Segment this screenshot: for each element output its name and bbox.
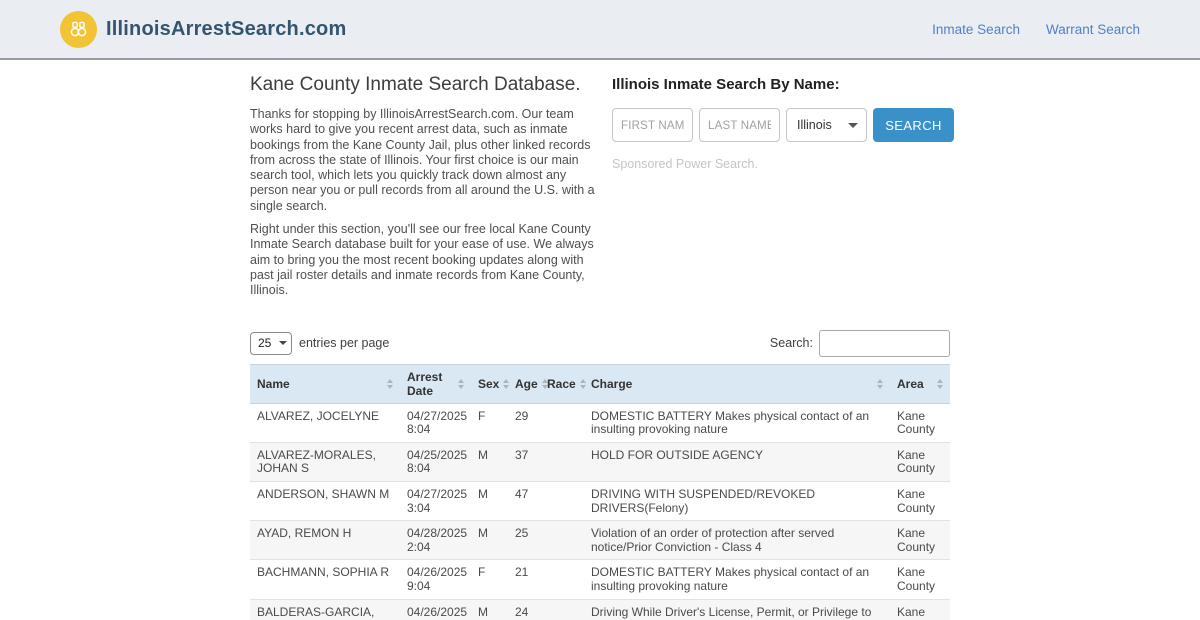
table-row: ALVAREZ, JOCELYNE 04/27/2025 8:04 F 29 D… [250,403,950,443]
main-nav: Inmate Search Warrant Search [932,22,1140,37]
cell-race [540,599,584,620]
cell-name: AYAD, REMON H [250,520,400,561]
cell-arrest-date: 04/28/2025 2:04 [400,520,471,561]
column-header-arrest-date[interactable]: Arrest Date [400,363,471,404]
cell-name: BALDERAS-GARCIA, JESUS [250,599,400,620]
cell-name: BACHMANN, SOPHIA R [250,559,400,600]
page-content: Kane County Inmate Search Database. Than… [250,60,954,620]
cell-arrest-date: 04/27/2025 8:04 [400,403,471,443]
column-header-charge[interactable]: Charge [584,363,890,404]
table-row: ALVAREZ-MORALES, JOHAN S 04/25/2025 8:04… [250,442,950,482]
table-controls: 25 entries per page Search: [250,329,950,357]
intro-paragraph-1: Thanks for stopping by IllinoisArrestSea… [250,107,595,213]
cell-charge: DOMESTIC BATTERY Makes physical contact … [584,559,890,600]
cell-age: 29 [508,403,540,443]
cell-area: Kane County [890,403,950,443]
cell-sex: F [471,559,508,600]
cell-sex: F [471,403,508,443]
cell-arrest-date: 04/27/2025 3:04 [400,481,471,522]
state-select-wrap: Illinois [786,108,867,142]
table-row: BACHMANN, SOPHIA R 04/26/2025 9:04 F 21 … [250,559,950,600]
cell-name: ALVAREZ-MORALES, JOHAN S [250,442,400,482]
sort-arrows-icon [937,378,943,389]
last-name-input[interactable] [699,108,780,142]
table-search-input[interactable] [819,329,950,357]
sort-arrows-icon [458,378,464,389]
table-row: AYAD, REMON H 04/28/2025 2:04 M 25 Viola… [250,520,950,561]
cell-race [540,481,584,522]
page-size-select-wrap: 25 [250,331,292,355]
cell-sex: M [471,520,508,561]
page-size-select[interactable]: 25 [250,331,292,355]
sort-arrows-icon [579,378,586,389]
inmate-table-header: Name Arrest Date Sex Age Race Charge Are… [250,363,950,404]
inmate-table-body: ALVAREZ, JOCELYNE 04/27/2025 8:04 F 29 D… [250,403,950,620]
cell-arrest-date: 04/25/2025 8:04 [400,442,471,482]
search-form-title: Illinois Inmate Search By Name: [612,76,840,93]
state-select[interactable]: Illinois [786,108,867,142]
cell-charge: DRIVING WITH SUSPENDED/REVOKED DRIVERS(F… [584,481,890,522]
site-header: IllinoisArrestSearch.com Inmate Search W… [0,0,1200,60]
top-section: Kane County Inmate Search Database. Than… [250,60,954,307]
table-search-controls: Search: [769,329,950,357]
entries-per-page-label: entries per page [299,336,390,351]
column-header-name[interactable]: Name [250,363,400,404]
intro-column: Kane County Inmate Search Database. Than… [250,72,602,307]
cell-charge: Driving While Driver's License, Permit, … [584,599,890,620]
page-title: Kane County Inmate Search Database. [250,74,581,95]
inmate-table: Name Arrest Date Sex Age Race Charge Are… [250,363,950,620]
intro-paragraph-2: Right under this section, you'll see our… [250,222,594,298]
cell-area: Kane County [890,520,950,561]
search-form: Illinois SEARCH [612,108,954,142]
cell-age: 47 [508,481,540,522]
column-header-sex[interactable]: Sex [471,363,510,404]
sort-arrows-icon [503,378,510,389]
sort-arrows-icon [877,378,883,389]
first-name-input[interactable] [612,108,693,142]
sort-arrows-icon [387,378,393,389]
cell-sex: M [471,442,508,482]
cell-race [540,520,584,561]
cell-age: 24 [508,599,540,620]
cell-arrest-date: 04/26/2025 9:04 [400,599,471,620]
cell-name: ALVAREZ, JOCELYNE [250,403,400,443]
cell-race [540,559,584,600]
brand-name: IllinoisArrestSearch.com [106,17,347,40]
handcuffs-icon [60,10,97,48]
table-search-label: Search: [769,336,813,351]
cell-arrest-date: 04/26/2025 9:04 [400,559,471,600]
cell-area: Kane County [890,599,950,620]
cell-race [540,442,584,482]
cell-charge: HOLD FOR OUTSIDE AGENCY [584,442,890,482]
cell-sex: M [471,599,508,620]
nav-warrant-search[interactable]: Warrant Search [1046,22,1140,37]
sponsored-note: Sponsored Power Search. [612,157,758,171]
column-header-race[interactable]: Race [540,363,586,404]
table-row: ANDERSON, SHAWN M 04/27/2025 3:04 M 47 D… [250,481,950,522]
logo-link[interactable]: IllinoisArrestSearch.com [60,10,347,48]
cell-area: Kane County [890,442,950,482]
page-size-controls: 25 entries per page [250,331,390,355]
nav-inmate-search[interactable]: Inmate Search [932,22,1020,37]
cell-charge: DOMESTIC BATTERY Makes physical contact … [584,403,890,443]
column-header-area[interactable]: Area [890,363,950,404]
table-row: BALDERAS-GARCIA, JESUS 04/26/2025 9:04 M… [250,599,950,620]
search-button[interactable]: SEARCH [873,108,954,142]
cell-area: Kane County [890,559,950,600]
search-column: Illinois Inmate Search By Name: Illinois… [610,72,954,307]
cell-age: 21 [508,559,540,600]
cell-age: 25 [508,520,540,561]
cell-area: Kane County [890,481,950,522]
cell-name: ANDERSON, SHAWN M [250,481,400,522]
column-header-age[interactable]: Age [508,363,548,404]
cell-race [540,403,584,443]
cell-charge: Violation of an order of protection afte… [584,520,890,561]
cell-age: 37 [508,442,540,482]
cell-sex: M [471,481,508,522]
